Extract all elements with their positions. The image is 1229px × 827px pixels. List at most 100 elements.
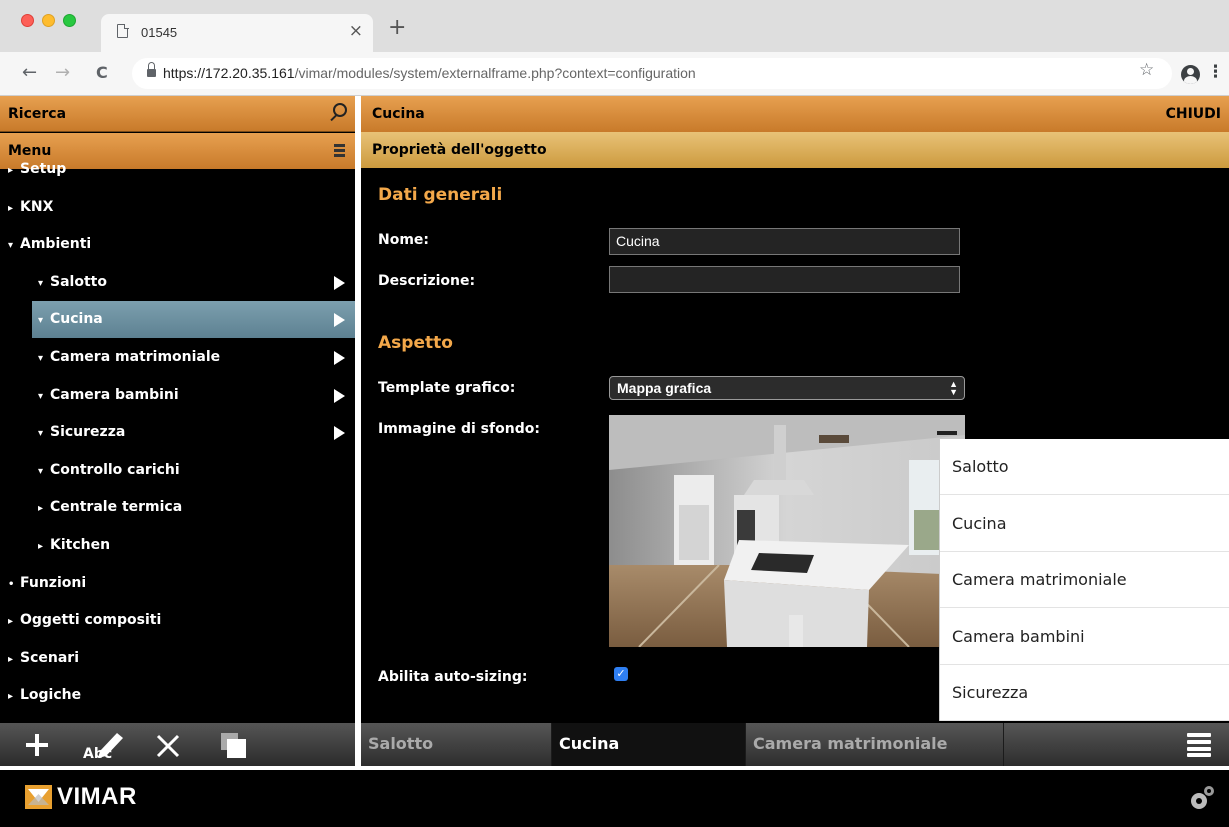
browser-tab-strip: 01545 × + [0,0,1229,52]
browser-tab[interactable]: 01545 × [101,14,373,52]
remove-image-icon[interactable] [937,431,957,435]
tree-arrow-icon[interactable]: ▸ [8,203,20,214]
tree-arrow-icon[interactable]: ▾ [38,466,50,477]
tab-close-icon[interactable]: × [349,21,363,41]
play-arrow-icon[interactable] [334,426,345,441]
tree-item-controllo-carichi[interactable]: ▾ Controllo carichi [32,452,355,489]
sidebar: Ricerca Menu ▸ Setup ▸ KNX ▾ Ambienti ▾ Salotto… [0,96,355,766]
select-arrows-icon: ▲ ▼ [949,379,958,397]
url-path: /vimar/modules/system/externalframe.php?… [294,65,696,81]
app-area: Ricerca Menu ▸ Setup ▸ KNX ▾ Ambienti ▾ Salotto… [0,96,1229,827]
tree-item-kitchen[interactable]: ▸ Kitchen [32,527,355,564]
play-arrow-icon[interactable] [334,275,345,290]
dropdown-item-cucina[interactable]: Cucina [940,496,1229,552]
minimize-window-button[interactable] [42,14,55,27]
tree-item-text: ▾ Ambienti [8,236,91,252]
page-icon [117,23,129,38]
tree-item-knx[interactable]: ▸ KNX [0,189,355,226]
tree-item-oggetti-compositi[interactable]: ▸ Oggetti compositi [0,602,355,639]
tree-arrow-icon[interactable]: ▾ [38,353,50,364]
tree-item-label: Ambienti [20,236,92,253]
room-tab-camera-matrimoniale[interactable]: Camera matrimoniale [746,723,1004,766]
description-input[interactable] [609,266,960,293]
properties-title: Proprietà dell'oggetto [372,142,547,158]
tree-item-text: ▾ Salotto [38,274,107,290]
dropdown-item-camera-matrimoniale[interactable]: Camera matrimoniale [940,552,1229,608]
tree-item-cucina[interactable]: ▾ Cucina [32,301,355,339]
search-icon[interactable] [333,103,347,117]
tree-item-label: Camera matrimoniale [50,349,221,365]
tree-item-label: Kitchen [50,537,111,553]
address-bar[interactable]: https://172.20.35.161/vimar/modules/syst… [132,58,1172,89]
close-button[interactable]: CHIUDI [1166,106,1221,122]
tree-arrow-icon[interactable]: • [8,579,20,590]
tree-item-scenari[interactable]: ▸ Scenari [0,640,355,677]
search-header[interactable]: Ricerca [0,96,355,132]
gear-icon[interactable] [1188,784,1216,812]
kitchen-photo [609,415,965,647]
tree-arrow-icon[interactable]: ▸ [8,616,20,627]
autosize-checkbox[interactable]: ✓ [614,667,628,681]
object-title: Cucina [372,106,425,122]
rename-icon[interactable]: Abc [83,729,127,763]
tree-item-centrale-termica[interactable]: ▸ Centrale termica [32,489,355,526]
description-label: Descrizione: [378,273,476,289]
tree-item-camera-matrimoniale[interactable]: ▾ Camera matrimoniale [32,339,355,376]
tree-item-setup[interactable]: ▸ Setup [0,151,355,188]
reload-button[interactable]: C [96,63,108,83]
tree-item-salotto[interactable]: ▾ Salotto [32,264,355,301]
delete-icon[interactable] [156,734,180,758]
play-arrow-icon[interactable] [334,351,345,365]
tree-arrow-icon[interactable]: ▾ [8,240,20,251]
profile-icon[interactable] [1181,65,1200,84]
dropdown-item-sicurezza[interactable]: Sicurezza [940,665,1229,721]
rename-text: Abc [83,746,113,762]
tree-item-label: Camera bambini [50,386,179,403]
lock-icon [147,62,156,79]
tree-item-text: • Funzioni [8,575,86,591]
copy-icon[interactable] [221,733,247,759]
name-label: Nome: [378,232,430,248]
browser-menu-icon[interactable]: ⋮ [1207,62,1224,82]
room-tab-cucina[interactable]: Cucina [552,723,746,766]
tree-item-logiche[interactable]: ▸ Logiche [0,677,355,714]
tree-item-sicurezza[interactable]: ▾ Sicurezza [32,414,355,451]
tree-arrow-icon[interactable]: ▾ [38,391,50,402]
name-input[interactable]: Cucina [609,228,960,255]
url-text: https://172.20.35.161/vimar/modules/syst… [163,65,696,81]
back-button[interactable]: ← [22,63,37,83]
tree-arrow-icon[interactable]: ▸ [38,541,50,552]
play-arrow-icon[interactable] [334,313,345,328]
template-select[interactable]: Mappa grafica ▲ ▼ [609,376,965,400]
screen: 01545 × + ← → C https://172.20.35.161/vi… [0,0,1229,827]
tree-arrow-icon[interactable]: ▸ [38,503,50,514]
tree-item-funzioni[interactable]: • Funzioni [0,565,355,602]
tree-arrow-icon[interactable]: ▸ [8,165,20,176]
forward-button[interactable]: → [55,63,70,83]
tree-item-text: ▸ Centrale termica [38,499,182,515]
general-section-title: Dati generali [378,185,503,205]
maximize-window-button[interactable] [63,14,76,27]
add-icon[interactable] [26,734,48,756]
tree-item-text: ▾ Camera matrimoniale [38,349,220,365]
tree-arrow-icon[interactable]: ▸ [8,691,20,702]
tree-arrow-icon[interactable]: ▾ [38,428,50,439]
tab-title: 01545 [141,25,178,40]
tree-item-ambienti[interactable]: ▾ Ambienti [0,226,355,263]
close-window-button[interactable] [21,14,34,27]
tree-arrow-icon[interactable]: ▾ [38,278,50,289]
new-tab-button[interactable]: + [388,17,406,39]
list-menu-icon[interactable] [1187,733,1211,757]
bookmark-star-icon[interactable]: ☆ [1139,60,1154,80]
play-arrow-icon[interactable] [334,388,345,403]
room-tab-salotto[interactable]: Salotto [361,723,552,766]
tree-arrow-icon[interactable]: ▸ [8,654,20,665]
tree-item-camera-bambini[interactable]: ▾ Camera bambini [32,377,355,414]
tree-item-label: Logiche [20,687,82,704]
tree-item-text: ▸ Setup [8,161,66,177]
dropdown-item-camera-bambini[interactable]: Camera bambini [940,609,1229,665]
properties-header: Proprietà dell'oggetto [361,132,1229,168]
dropdown-item-salotto[interactable]: Salotto [940,439,1229,495]
tree-arrow-icon[interactable]: ▾ [38,315,50,326]
background-image[interactable] [609,415,965,647]
